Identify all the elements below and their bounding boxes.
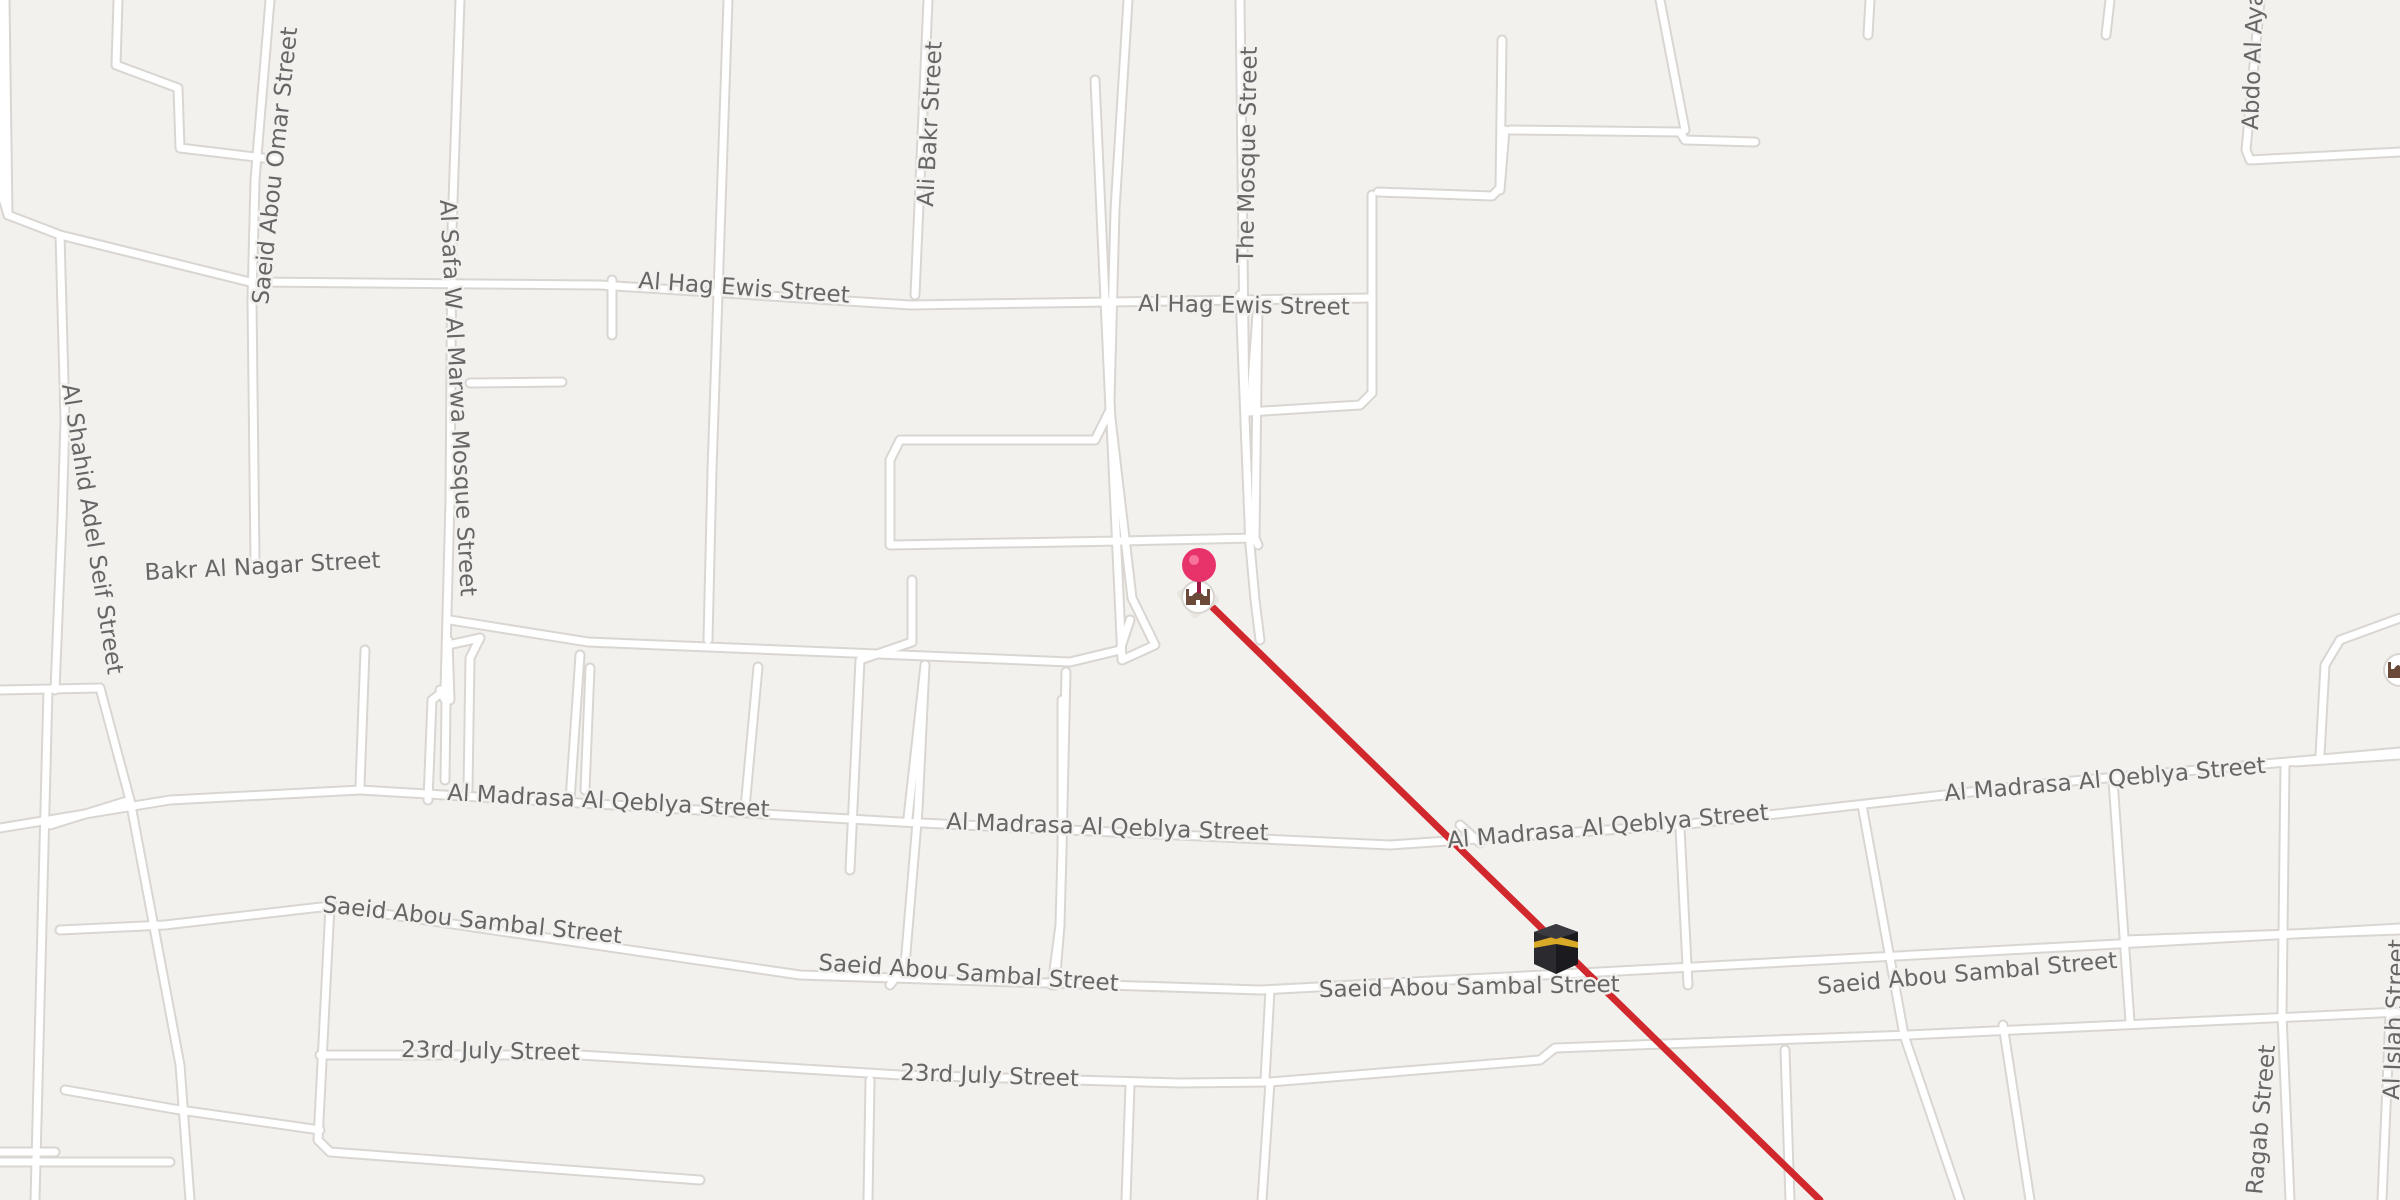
street-label-abdo-al-ayad: Abdo Al Ayad: [2238, 0, 2269, 130]
street-label-mosque-street: The Mosque Street: [1233, 46, 1263, 264]
map-canvas[interactable]: Saeid Abou Omar Street Al Safa W Al Marw…: [0, 0, 2400, 1200]
street-label-23rd-july-1: 23rd July Street: [401, 1037, 580, 1066]
street-label-sambal-3: Saeid Abou Sambal Street: [1319, 972, 1620, 1003]
kaaba-icon[interactable]: [1534, 924, 1578, 974]
street-label-hag-ewis-2: Al Hag Ewis Street: [1138, 291, 1350, 321]
